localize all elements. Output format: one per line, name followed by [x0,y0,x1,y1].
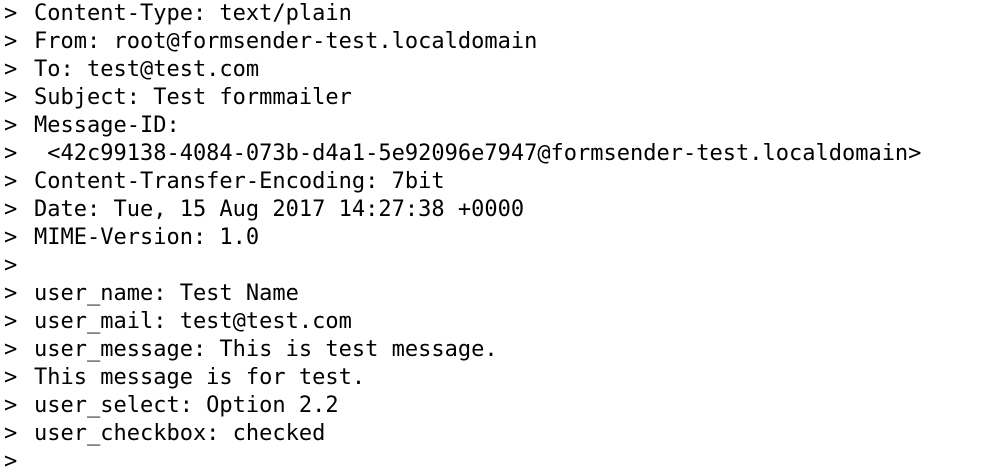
terminal-line: > Date: Tue, 15 Aug 2017 14:27:38 +0000 [0,196,984,224]
line-text: To: test@test.com [34,57,260,82]
prompt-marker: > [4,1,18,26]
terminal-line: > user_checkbox: checked [0,420,984,448]
terminal-line: > <42c99138-4084-073b-d4a1-5e92096e7947@… [0,140,984,168]
prompt-marker: > [4,29,18,54]
line-text: MIME-Version: 1.0 [34,225,260,250]
terminal-line: > This message is for test. [0,364,984,392]
prompt-marker: > [4,85,18,110]
line-text [34,252,984,280]
terminal-line: > From: root@formsender-test.localdomain [0,28,984,56]
prompt-marker: > [4,253,18,278]
terminal-line: > Subject: Test formmailer [0,84,984,112]
terminal-line: > user_select: Option 2.2 [0,392,984,420]
terminal-window[interactable]: > Content-Type: text/plain > From: root@fo… [0,0,984,474]
terminal-line: > Content-Type: text/plain [0,0,984,28]
terminal-line: > user_mail: test@test.com [0,308,984,336]
line-text: user_mail: test@test.com [34,309,352,334]
line-text: user_message: This is test message. [34,337,498,362]
prompt-marker: > [4,197,18,222]
terminal-line: > [0,448,984,476]
terminal-line: > user_name: Test Name [0,280,984,308]
terminal-line: > [0,252,984,280]
line-text: Message-ID: [34,113,180,138]
prompt-marker: > [4,421,18,446]
prompt-marker: > [4,281,18,306]
line-text: Subject: Test formmailer [34,85,352,110]
terminal-line: > Content-Transfer-Encoding: 7bit [0,168,984,196]
line-text: user_checkbox: checked [34,421,326,446]
terminal-line: > Message-ID: [0,112,984,140]
line-text: This message is for test. [34,365,366,390]
line-text: From: root@formsender-test.localdomain [34,29,538,54]
line-text: user_name: Test Name [34,281,299,306]
terminal-line: > MIME-Version: 1.0 [0,224,984,252]
line-text: <42c99138-4084-073b-d4a1-5e92096e7947@fo… [34,141,922,166]
prompt-marker: > [4,225,18,250]
prompt-marker: > [4,365,18,390]
prompt-marker: > [4,57,18,82]
prompt-marker: > [4,141,18,166]
prompt-marker: > [4,113,18,138]
prompt-marker: > [4,309,18,334]
line-text: Date: Tue, 15 Aug 2017 14:27:38 +0000 [34,197,525,222]
line-text: Content-Transfer-Encoding: 7bit [34,169,445,194]
terminal-line: > To: test@test.com [0,56,984,84]
terminal-line: > user_message: This is test message. [0,336,984,364]
line-text: user_select: Option 2.2 [34,393,339,418]
prompt-marker: > [4,337,18,362]
prompt-marker: > [4,169,18,194]
prompt-marker: > [4,393,18,418]
line-text: Content-Type: text/plain [34,1,352,26]
prompt-marker: > [4,449,18,474]
line-text [34,448,984,476]
